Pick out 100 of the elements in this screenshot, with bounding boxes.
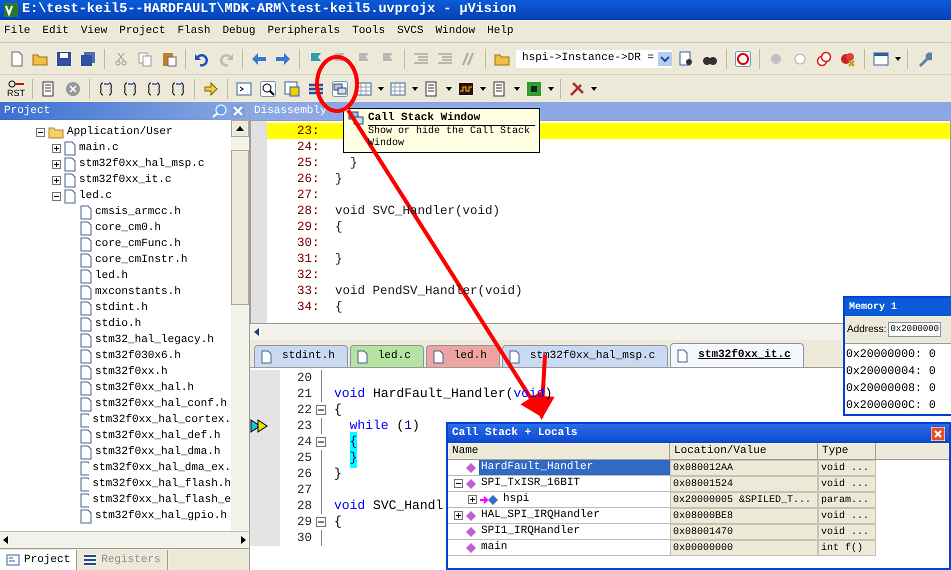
pin-icon[interactable] bbox=[211, 104, 227, 118]
caret-icon[interactable] bbox=[377, 84, 385, 92]
symbol-window-icon[interactable] bbox=[284, 80, 300, 96]
caret-icon[interactable] bbox=[479, 84, 487, 92]
editor-tab[interactable]: led.c bbox=[350, 345, 424, 367]
call-stack-item[interactable]: SPI_TxISR_16BIT bbox=[479, 476, 582, 491]
terminal-icon[interactable] bbox=[236, 80, 252, 96]
menu-item[interactable]: Help bbox=[487, 22, 514, 40]
tree-item[interactable]: stm32f0xx_hal_cortex. bbox=[92, 412, 231, 428]
caret-icon[interactable] bbox=[590, 84, 598, 92]
copy-icon[interactable] bbox=[137, 50, 153, 66]
tree-item[interactable]: stm32f0xx_hal_msp.c bbox=[79, 156, 204, 172]
arrow-icon[interactable] bbox=[203, 80, 219, 96]
expand-icon[interactable] bbox=[52, 176, 61, 184]
tree-item[interactable]: stdio.h bbox=[95, 316, 142, 332]
editor-tab[interactable]: stdint.h bbox=[254, 345, 348, 367]
call-stack-item[interactable]: SPI1_IRQHandler bbox=[479, 524, 582, 539]
column-header[interactable]: Type bbox=[818, 443, 876, 459]
tree-item[interactable]: stm32f0xx.h bbox=[95, 364, 168, 380]
tree-item[interactable]: led.c bbox=[79, 188, 112, 204]
scroll-up-button[interactable] bbox=[231, 120, 249, 137]
tree-item[interactable]: main.c bbox=[79, 140, 119, 156]
tree-item[interactable]: stm32f030x6.h bbox=[95, 348, 181, 364]
tree-item[interactable]: core_cmInstr.h bbox=[95, 252, 188, 268]
close-icon[interactable] bbox=[931, 426, 945, 440]
tree-item[interactable]: stm32f0xx_hal_def.h bbox=[95, 428, 220, 444]
tree-item[interactable]: stm32f0xx_hal_flash_e bbox=[92, 492, 231, 508]
menu-item[interactable]: Debug bbox=[222, 22, 256, 40]
grid-window-icon[interactable] bbox=[390, 80, 406, 96]
waveform-icon[interactable] bbox=[458, 80, 474, 96]
tree-item[interactable]: core_cmFunc.h bbox=[95, 236, 181, 252]
menu-item[interactable]: File bbox=[4, 22, 30, 40]
menu-item[interactable]: Edit bbox=[42, 22, 69, 40]
scroll-thumb[interactable] bbox=[231, 150, 249, 305]
indent-icon[interactable] bbox=[413, 50, 429, 66]
tree-item[interactable]: Application/User bbox=[67, 124, 173, 140]
reset-button[interactable]: RST bbox=[4, 78, 28, 100]
caret-icon[interactable] bbox=[445, 84, 453, 92]
tree-item[interactable]: cmsis_armcc.h bbox=[95, 204, 181, 220]
close-icon[interactable] bbox=[231, 104, 245, 118]
panel-tab[interactable]: Project bbox=[0, 550, 78, 570]
tree-item[interactable]: stm32f0xx_hal_gpio.h bbox=[95, 508, 228, 524]
menu-item[interactable]: Window bbox=[436, 22, 476, 40]
caret-icon[interactable] bbox=[411, 84, 419, 92]
tree-item[interactable]: core_cm0.h bbox=[95, 220, 162, 236]
collapse-icon[interactable] bbox=[36, 128, 45, 136]
expand-icon[interactable] bbox=[52, 160, 61, 168]
tree-item[interactable]: mxconstants.h bbox=[95, 284, 181, 300]
document-search-icon[interactable] bbox=[678, 50, 694, 66]
expand-icon[interactable] bbox=[52, 144, 61, 152]
horizontal-scrollbar[interactable] bbox=[250, 324, 841, 340]
menu-item[interactable]: Tools bbox=[352, 22, 386, 40]
scrollbar[interactable] bbox=[231, 120, 249, 531]
collapse-icon[interactable] bbox=[52, 192, 61, 200]
caret-icon[interactable] bbox=[894, 54, 902, 62]
horizontal-scrollbar[interactable] bbox=[0, 531, 249, 548]
tree-item[interactable]: stm32f0xx_hal.h bbox=[95, 380, 194, 396]
menu-item[interactable]: Peripherals bbox=[267, 22, 340, 40]
braces-icon[interactable] bbox=[98, 80, 114, 96]
call-stack-item[interactable]: hspi bbox=[501, 492, 532, 507]
expand-icon[interactable] bbox=[454, 511, 463, 520]
braces-icon[interactable] bbox=[122, 80, 138, 96]
menu-item[interactable]: Project bbox=[119, 22, 166, 40]
braces-icon[interactable] bbox=[170, 80, 186, 96]
address-field[interactable]: 0x2000000 bbox=[888, 322, 942, 338]
tree-item[interactable]: stm32f0xx_hal_dma.h bbox=[95, 444, 220, 460]
column-header[interactable]: Name bbox=[448, 443, 670, 459]
collapse-icon[interactable] bbox=[454, 479, 463, 488]
tree-item[interactable]: led.h bbox=[95, 268, 128, 284]
menu-item[interactable]: View bbox=[80, 22, 108, 40]
tree-item[interactable]: stm32f0xx_hal_conf.h bbox=[95, 396, 228, 412]
clipboard-icon[interactable] bbox=[161, 50, 177, 66]
caret-icon[interactable] bbox=[513, 84, 521, 92]
save-all-icon[interactable] bbox=[80, 50, 96, 66]
column-header[interactable]: Location/Value bbox=[670, 443, 818, 459]
windows-icon[interactable] bbox=[332, 80, 348, 96]
call-stack-item[interactable]: main bbox=[479, 540, 510, 555]
expand-icon[interactable] bbox=[468, 495, 477, 504]
menu-item[interactable]: Flash bbox=[177, 22, 210, 40]
stop-icon[interactable] bbox=[65, 80, 81, 96]
braces-icon[interactable] bbox=[146, 80, 162, 96]
chip-icon[interactable] bbox=[526, 80, 542, 96]
tree-item[interactable]: stm32f0xx_it.c bbox=[79, 172, 172, 188]
debug-icon[interactable] bbox=[735, 50, 752, 66]
editor-tab[interactable]: led.h bbox=[426, 345, 500, 367]
window-icon[interactable] bbox=[873, 50, 890, 66]
editor-tab[interactable]: stm32f0xx_hal_msp.c bbox=[502, 345, 668, 367]
tree-item[interactable]: stm32f0xx_hal_dma_ex. bbox=[92, 460, 231, 476]
tree-item[interactable]: stdint.h bbox=[95, 300, 148, 316]
indent-icon[interactable] bbox=[437, 50, 453, 66]
save-icon[interactable] bbox=[56, 50, 72, 66]
tree-item[interactable]: stm32f0xx_hal_flash.h bbox=[92, 476, 231, 492]
tree-item[interactable]: stm32_hal_legacy.h bbox=[95, 332, 214, 348]
menu-item[interactable]: SVCS bbox=[397, 22, 424, 40]
find-field[interactable]: hspi->Instance->DR = bbox=[516, 50, 672, 68]
call-stack-item[interactable]: HardFault_Handler bbox=[479, 460, 670, 475]
caret-icon[interactable] bbox=[547, 84, 555, 92]
call-stack-item[interactable]: HAL_SPI_IRQHandler bbox=[479, 508, 602, 523]
dropdown-icon[interactable] bbox=[658, 52, 672, 66]
magnifier-icon[interactable] bbox=[260, 80, 276, 96]
